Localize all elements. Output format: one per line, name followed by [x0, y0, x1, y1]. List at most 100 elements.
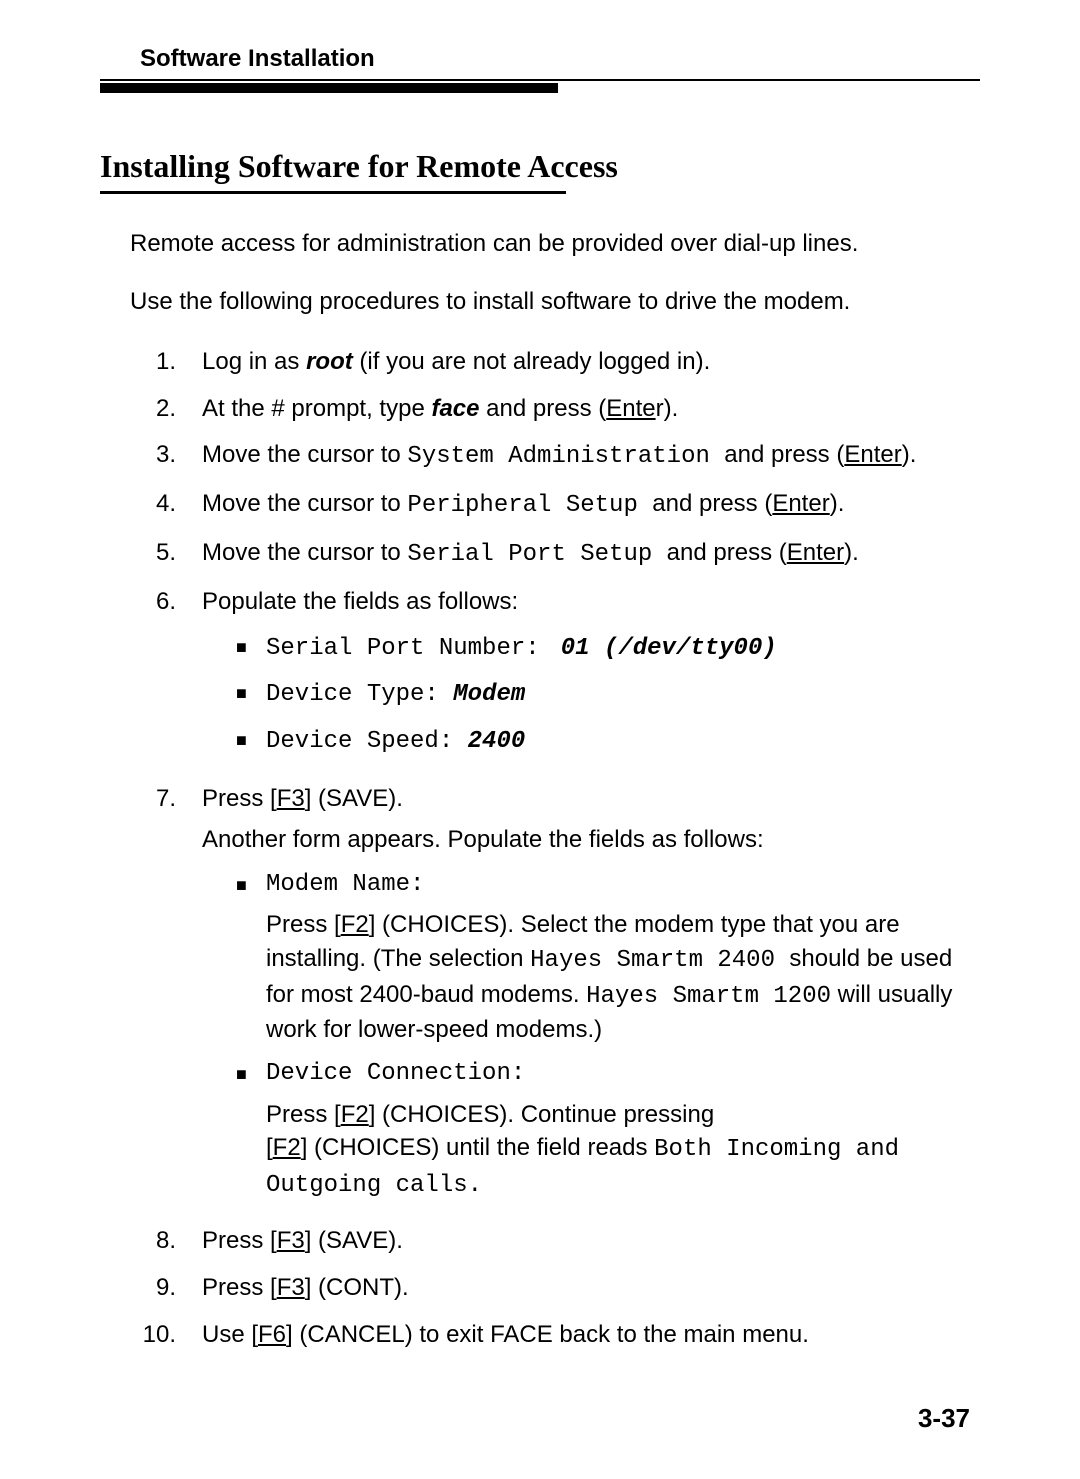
text: ] (CHOICES) until the field reads — [301, 1134, 654, 1161]
steps-list: 1. Log in as root (if you are not alread… — [130, 345, 980, 1353]
step-5: 5. Move the cursor to Serial Port Setup … — [130, 536, 980, 573]
step-8: 8. Press [F3] (SAVE). — [130, 1224, 980, 1259]
text: Press [ — [202, 785, 277, 812]
bullet-body: Device Speed: 2400 — [266, 723, 980, 760]
step-10: 10. Use [F6] (CANCEL) to exit FACE back … — [130, 1318, 980, 1353]
bullet-body: Serial Port Number: 01 (/dev/tty00) — [266, 630, 980, 667]
bullet-detail: Press [F2] (CHOICES). Select the modem t… — [266, 908, 980, 1046]
text: ] (SAVE). — [305, 1227, 403, 1254]
bullet-icon: ■ — [236, 868, 266, 903]
bullet: ■ Device Connection: Press [F2] (CHOICES… — [236, 1057, 980, 1203]
text: Press [ — [202, 1227, 277, 1254]
menu-sysadmin: System Administration — [407, 443, 724, 470]
text: Log in as — [202, 348, 306, 375]
text: At the # prompt, type — [202, 395, 431, 422]
key-f2: F2 — [273, 1134, 301, 1161]
text: Move the cursor to — [202, 539, 407, 566]
key-f3: F3 — [277, 1227, 305, 1254]
text: Use [ — [202, 1321, 258, 1348]
text: r). — [656, 395, 679, 422]
text: Press [ — [266, 911, 341, 938]
section-rule — [100, 191, 566, 194]
text: Move the cursor to — [202, 490, 407, 517]
menu-peripheral: Peripheral Setup — [407, 492, 652, 519]
bullet: ■ Serial Port Number: 01 (/dev/tty00) — [236, 630, 980, 667]
text: ). — [830, 490, 845, 517]
step-body: Move the cursor to Serial Port Setup and… — [202, 536, 980, 573]
field-label: Device Type: — [266, 681, 453, 708]
field-label: Modem Name: — [266, 868, 980, 903]
step-number: 2. — [130, 392, 202, 427]
step-body: Press [F3] (SAVE). Another form appears.… — [202, 782, 980, 1212]
text: and press ( — [667, 539, 787, 566]
key-enter: Enter — [787, 539, 844, 566]
literal-face: face — [431, 395, 479, 422]
field-value: 2400 — [468, 728, 526, 755]
option-hayes1200: Hayes Smartm 1200 — [586, 983, 831, 1010]
text: (if you are not already logged in). — [353, 348, 711, 375]
bullet-icon: ■ — [236, 676, 266, 713]
bullet: ■ Device Speed: 2400 — [236, 723, 980, 760]
step-number: 7. — [130, 782, 202, 1212]
option-hayes2400: Hayes Smartm 2400 — [530, 947, 789, 974]
text: and press ( — [724, 441, 844, 468]
text: Press [ — [266, 1101, 341, 1128]
field-value: Modem — [453, 681, 525, 708]
step-body: Move the cursor to System Administration… — [202, 438, 980, 475]
bullet-detail: Press [F2] (CHOICES). Continue pressing … — [266, 1098, 980, 1203]
step-body: Press [F3] (CONT). — [202, 1271, 980, 1306]
step-body: Press [F3] (SAVE). — [202, 1224, 980, 1259]
key-enter: Enter — [772, 490, 829, 517]
key-enter: Ente — [606, 395, 655, 422]
step-3: 3. Move the cursor to System Administrat… — [130, 438, 980, 475]
step-body: At the # prompt, type face and press (En… — [202, 392, 980, 427]
bullet-body: Device Type: Modem — [266, 676, 980, 713]
text: Populate the fields as follows: — [202, 588, 518, 615]
text: [ — [266, 1134, 273, 1161]
page-number: 3-37 — [100, 1403, 980, 1434]
text: and press ( — [652, 490, 772, 517]
field-label: Device Speed: — [266, 728, 468, 755]
step-number: 6. — [130, 585, 202, 770]
key-f2: F2 — [341, 911, 369, 938]
text: ] (CHOICES). Continue pressing — [369, 1101, 714, 1128]
step-7: 7. Press [F3] (SAVE). Another form appea… — [130, 782, 980, 1212]
bullet: ■ Device Type: Modem — [236, 676, 980, 713]
step-2: 2. At the # prompt, type face and press … — [130, 392, 980, 427]
step-body: Populate the fields as follows: ■ Serial… — [202, 585, 980, 770]
section-title: Installing Software for Remote Access — [100, 148, 980, 185]
menu-serialport: Serial Port Setup — [407, 541, 666, 568]
key-enter: Enter — [844, 441, 901, 468]
field-value: 01 (/dev/tty00) — [561, 635, 777, 662]
bullet-icon: ■ — [236, 630, 266, 667]
step-body: Move the cursor to Peripheral Setup and … — [202, 487, 980, 524]
bullet-icon: ■ — [236, 723, 266, 760]
text: ). — [902, 441, 917, 468]
step-6: 6. Populate the fields as follows: ■ Ser… — [130, 585, 980, 770]
step-9: 9. Press [F3] (CONT). — [130, 1271, 980, 1306]
text: Press [ — [202, 1274, 277, 1301]
step-number: 5. — [130, 536, 202, 573]
key-f2: F2 — [341, 1101, 369, 1128]
bullet-icon: ■ — [236, 1057, 266, 1092]
field-bullets: ■ Modem Name: Press [F2] (CHOICES). Sele… — [236, 868, 980, 1203]
step-number: 8. — [130, 1224, 202, 1259]
step-number: 1. — [130, 345, 202, 380]
step-number: 4. — [130, 487, 202, 524]
text: ). — [844, 539, 859, 566]
intro-para-2: Use the following procedures to install … — [130, 286, 980, 318]
text: Another form appears. Populate the field… — [202, 823, 980, 858]
intro-para-1: Remote access for administration can be … — [130, 228, 980, 260]
field-label: Device Connection: — [266, 1057, 980, 1092]
step-number: 9. — [130, 1271, 202, 1306]
bullet: ■ Modem Name: Press [F2] (CHOICES). Sele… — [236, 868, 980, 1047]
literal-root: root — [306, 348, 353, 375]
text: ] (CONT). — [305, 1274, 409, 1301]
step-1: 1. Log in as root (if you are not alread… — [130, 345, 980, 380]
step-number: 3. — [130, 438, 202, 475]
key-f3: F3 — [277, 785, 305, 812]
text: and press ( — [480, 395, 607, 422]
step-4: 4. Move the cursor to Peripheral Setup a… — [130, 487, 980, 524]
step-body: Log in as root (if you are not already l… — [202, 345, 980, 380]
rule-thick — [100, 83, 558, 93]
